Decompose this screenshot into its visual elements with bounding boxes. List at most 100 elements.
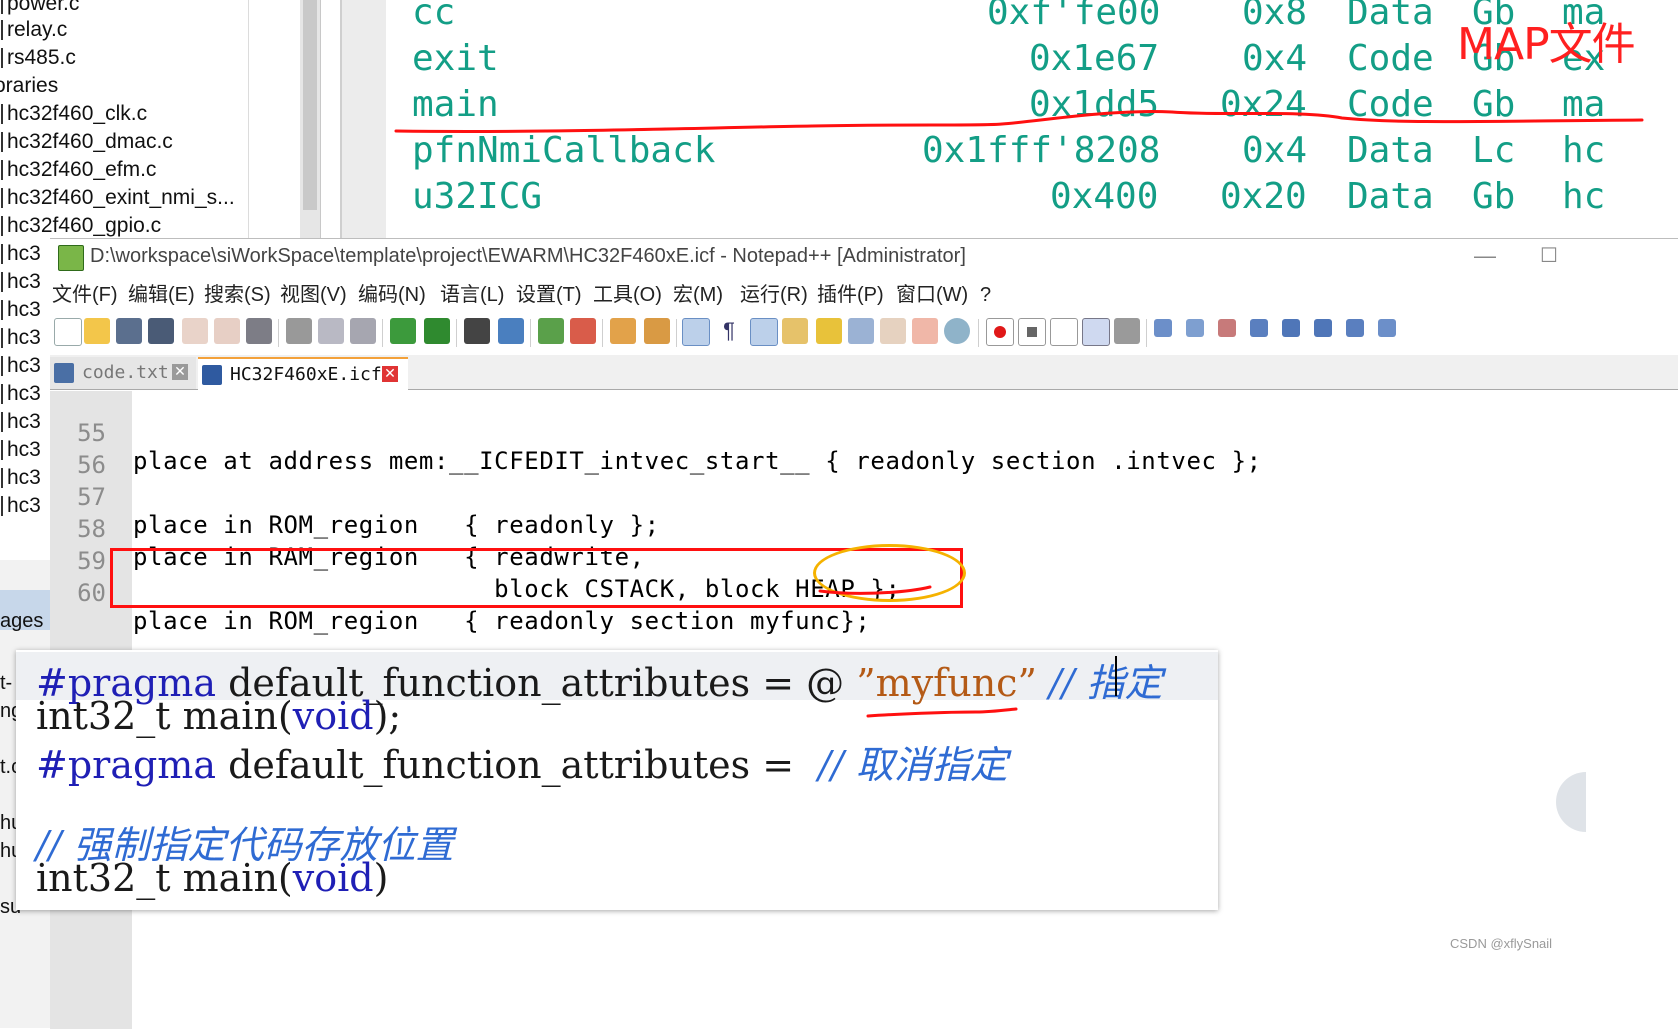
tab-bar: code.txt ✕ HC32F460xE.icf ✕ (50, 355, 1678, 391)
main-underline-stroke (394, 110, 1644, 133)
stop-macro-icon[interactable] (1018, 318, 1046, 346)
undo-icon[interactable] (390, 318, 416, 344)
close-all-icon[interactable] (214, 318, 240, 344)
menu-encoding[interactable]: 编码(N) (358, 281, 426, 309)
tree-item[interactable]: hc3 (0, 380, 41, 408)
myfunc-underline-stroke (818, 585, 932, 595)
tree-item[interactable]: hc3 (0, 408, 41, 436)
user-language-icon[interactable] (782, 318, 808, 344)
zoom-out-icon[interactable] (570, 318, 596, 344)
new-file-icon[interactable] (54, 318, 82, 346)
map-file-view: cc 0xf'fe00 0x8 Data Gb ma exit 0x1e67 0… (340, 0, 1678, 240)
save-macro-icon[interactable] (1114, 318, 1140, 344)
menu-run[interactable]: 运行(R) (740, 281, 808, 309)
arrow-down-icon[interactable] (1314, 319, 1332, 337)
menu-view[interactable]: 视图(V) (280, 281, 347, 309)
tree-item[interactable]: hc3 (0, 324, 41, 352)
tree-item[interactable]: relay.c (0, 16, 67, 44)
menu-window[interactable]: 窗口(W) (896, 281, 968, 309)
tree-item[interactable]: hc3 (0, 268, 41, 296)
save-icon[interactable] (116, 318, 142, 344)
play-macro-icon[interactable] (1050, 318, 1078, 346)
tree-item[interactable]: hc32f460_exint_nmi_s... (0, 184, 235, 212)
folder-workspace-icon[interactable] (912, 318, 938, 344)
notepad-window: D:\workspace\siWorkSpace\template\projec… (50, 238, 1678, 1029)
watermark: CSDN @xflySnail (1450, 936, 1553, 951)
sync-vertical-icon[interactable] (610, 318, 636, 344)
menu-tools[interactable]: 工具(O) (593, 281, 662, 309)
plugin-icon[interactable] (1346, 319, 1364, 337)
menu-file[interactable]: 文件(F) (52, 281, 118, 309)
maximize-button[interactable]: ☐ (1534, 243, 1564, 273)
tab-close-icon[interactable]: ✕ (172, 364, 188, 380)
copy-icon[interactable] (318, 318, 344, 344)
title-bar[interactable]: D:\workspace\siWorkSpace\template\projec… (50, 239, 1678, 277)
plugin-icon[interactable] (1154, 319, 1172, 337)
tree-item[interactable]: hc32f460_gpio.c (0, 212, 161, 240)
record-macro-icon[interactable] (986, 318, 1014, 346)
tree-fragment: t- (0, 672, 13, 694)
tree-item[interactable]: rs485.c (0, 44, 76, 72)
menu-bar: 文件(F) 编辑(E) 搜索(S) 视图(V) 编码(N) 语言(L) 设置(T… (50, 281, 1678, 311)
sync-horizontal-icon[interactable] (644, 318, 670, 344)
run-macro-multiple-icon[interactable] (1082, 318, 1110, 346)
toolbar-separator (530, 319, 531, 347)
tree-item[interactable]: hc3 (0, 464, 41, 492)
print-icon[interactable] (246, 318, 272, 344)
menu-help[interactable]: ? (980, 281, 991, 309)
code-snippet-overlay: #pragma default_function_attributes = @ … (16, 650, 1218, 910)
plugin-icon[interactable] (1186, 319, 1204, 337)
tree-item[interactable]: hc3 (0, 436, 41, 464)
toolbar-separator (456, 319, 457, 347)
menu-edit[interactable]: 编辑(E) (128, 281, 195, 309)
menu-plugins[interactable]: 插件(P) (817, 281, 884, 309)
open-file-icon[interactable] (84, 318, 110, 344)
tab-close-icon[interactable]: ✕ (382, 366, 398, 382)
tab-code-txt[interactable]: code.txt ✕ (50, 357, 196, 389)
toolbar: ¶ (50, 313, 1678, 353)
menu-macro[interactable]: 宏(M) (673, 281, 723, 309)
tree-item[interactable]: hc32f460_clk.c (0, 100, 147, 128)
function-list-icon[interactable] (880, 318, 906, 344)
menu-language[interactable]: 语言(L) (440, 281, 504, 309)
show-all-chars-icon[interactable]: ¶ (716, 318, 742, 344)
tree-item[interactable]: hc3 (0, 352, 41, 380)
tree-item[interactable]: hc3 (0, 492, 41, 520)
notepad-app-icon (58, 245, 84, 271)
cut-icon[interactable] (286, 318, 312, 344)
redo-icon[interactable] (424, 318, 450, 344)
tree-item[interactable]: hc3 (0, 296, 41, 324)
tree-item[interactable]: hc32f460_dmac.c (0, 128, 173, 156)
find-icon[interactable] (464, 318, 490, 344)
toolbar-separator (676, 319, 677, 347)
toolbar-separator (978, 319, 979, 347)
tree-fragment: ages (0, 610, 44, 632)
zoom-in-icon[interactable] (538, 318, 564, 344)
toolbar-separator (1146, 319, 1147, 347)
window-title: D:\workspace\siWorkSpace\template\projec… (90, 245, 966, 267)
tree-item[interactable]: hc3 (0, 240, 41, 268)
plugin-icon[interactable] (1250, 319, 1268, 337)
arrow-up-icon[interactable] (1282, 319, 1300, 337)
toolbar-separator (278, 319, 279, 347)
tree-scroll-thumb[interactable] (303, 0, 317, 210)
replace-icon[interactable] (498, 318, 524, 344)
plugin-icon[interactable] (1218, 319, 1236, 337)
tab-label: code.txt (82, 362, 169, 383)
menu-search[interactable]: 搜索(S) (204, 281, 271, 309)
word-wrap-icon[interactable] (682, 318, 710, 346)
tree-item[interactable]: hc32f460_efm.c (0, 156, 156, 184)
toolbar-separator (382, 319, 383, 347)
save-all-icon[interactable] (148, 318, 174, 344)
menu-settings[interactable]: 设置(T) (516, 281, 582, 309)
minimize-button[interactable]: — (1470, 243, 1500, 273)
monitoring-icon[interactable] (944, 318, 970, 344)
tab-hc32f460xe-icf[interactable]: HC32F460xE.icf ✕ (198, 357, 408, 391)
indent-guide-icon[interactable] (750, 318, 778, 346)
doc-list-icon[interactable] (848, 318, 874, 344)
plugin-icon[interactable] (1378, 319, 1396, 337)
doc-map-icon[interactable] (816, 318, 842, 344)
paste-icon[interactable] (350, 318, 376, 344)
tree-folder[interactable]: oraries (0, 72, 58, 100)
close-file-icon[interactable] (182, 318, 208, 344)
